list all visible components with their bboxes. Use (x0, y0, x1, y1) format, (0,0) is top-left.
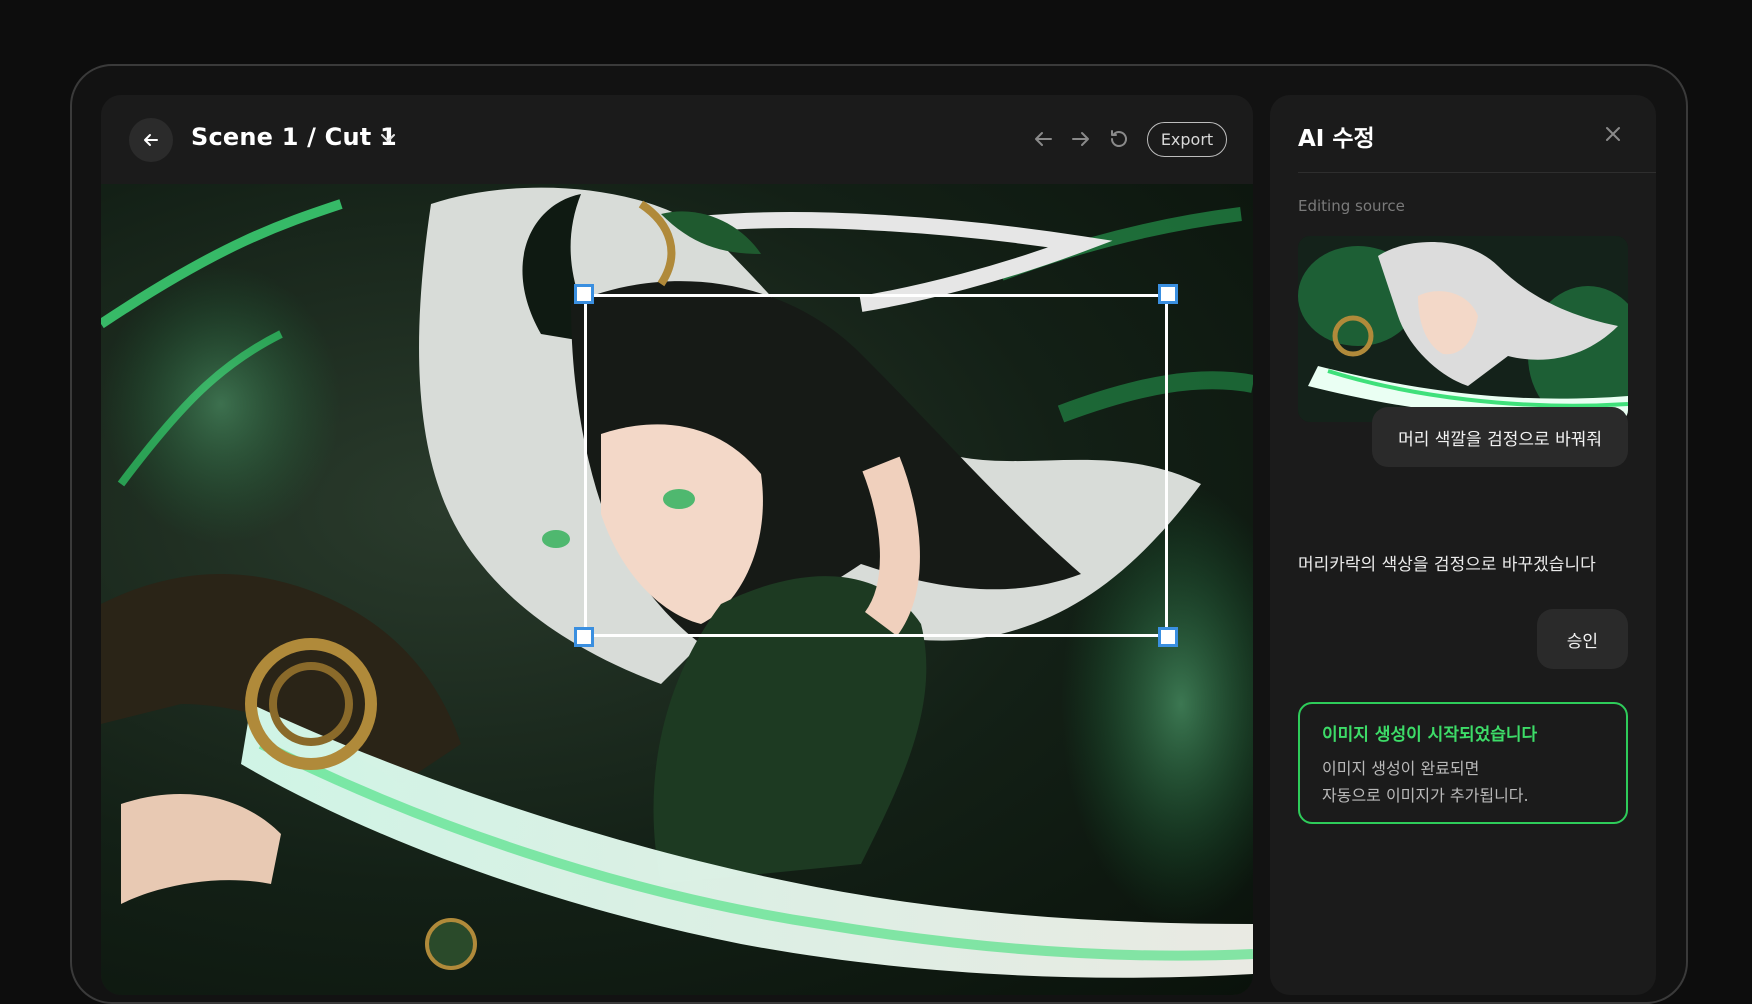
undo-arrow-icon[interactable] (1031, 127, 1055, 151)
close-icon[interactable] (1602, 123, 1624, 145)
editor-header: Scene 1 / Cut 1 Export (101, 95, 1253, 184)
scene-title[interactable]: Scene 1 / Cut 1 (191, 123, 397, 151)
ai-edit-panel: AI 수정 Editing source 머리 색깔을 검정으로 바꿔줘 머리카… (1270, 95, 1656, 995)
ai-reply-message: 머리카락의 색상을 검정으로 바꾸겠습니다 (1298, 555, 1596, 575)
status-title: 이미지 생성이 시작되었습니다 (1322, 725, 1538, 745)
selection-handle-bottom-right[interactable] (1158, 627, 1178, 647)
selection-box[interactable] (584, 294, 1168, 637)
redo-arrow-icon[interactable] (1069, 127, 1093, 151)
user-message-bubble: 머리 색깔을 검정으로 바꿔줘 (1372, 407, 1628, 467)
status-body: 이미지 생성이 완료되면 자동으로 이미지가 추가됩니다. (1322, 755, 1604, 809)
editing-source-thumbnail[interactable] (1298, 236, 1628, 422)
chevron-down-icon[interactable] (377, 127, 399, 149)
status-body-line1: 이미지 생성이 완료되면 (1322, 759, 1480, 778)
selection-handle-top-left[interactable] (574, 284, 594, 304)
reset-icon[interactable] (1107, 127, 1131, 151)
status-body-line2: 자동으로 이미지가 추가됩니다. (1322, 786, 1529, 805)
export-button[interactable]: Export (1147, 122, 1227, 157)
divider (1298, 172, 1656, 173)
selection-handle-top-right[interactable] (1158, 284, 1178, 304)
image-canvas[interactable] (101, 184, 1253, 995)
panel-title: AI 수정 (1298, 126, 1375, 152)
back-button[interactable] (129, 118, 173, 162)
approve-button[interactable]: 승인 (1536, 609, 1628, 669)
back-arrow-icon (144, 134, 158, 146)
thumbnail-artwork (1298, 236, 1628, 422)
generation-status-card: 이미지 생성이 시작되었습니다 이미지 생성이 완료되면 자동으로 이미지가 추… (1298, 702, 1628, 824)
selection-handle-bottom-left[interactable] (574, 627, 594, 647)
image-editor: Scene 1 / Cut 1 Export (101, 95, 1253, 995)
editing-source-label: Editing source (1298, 197, 1405, 215)
